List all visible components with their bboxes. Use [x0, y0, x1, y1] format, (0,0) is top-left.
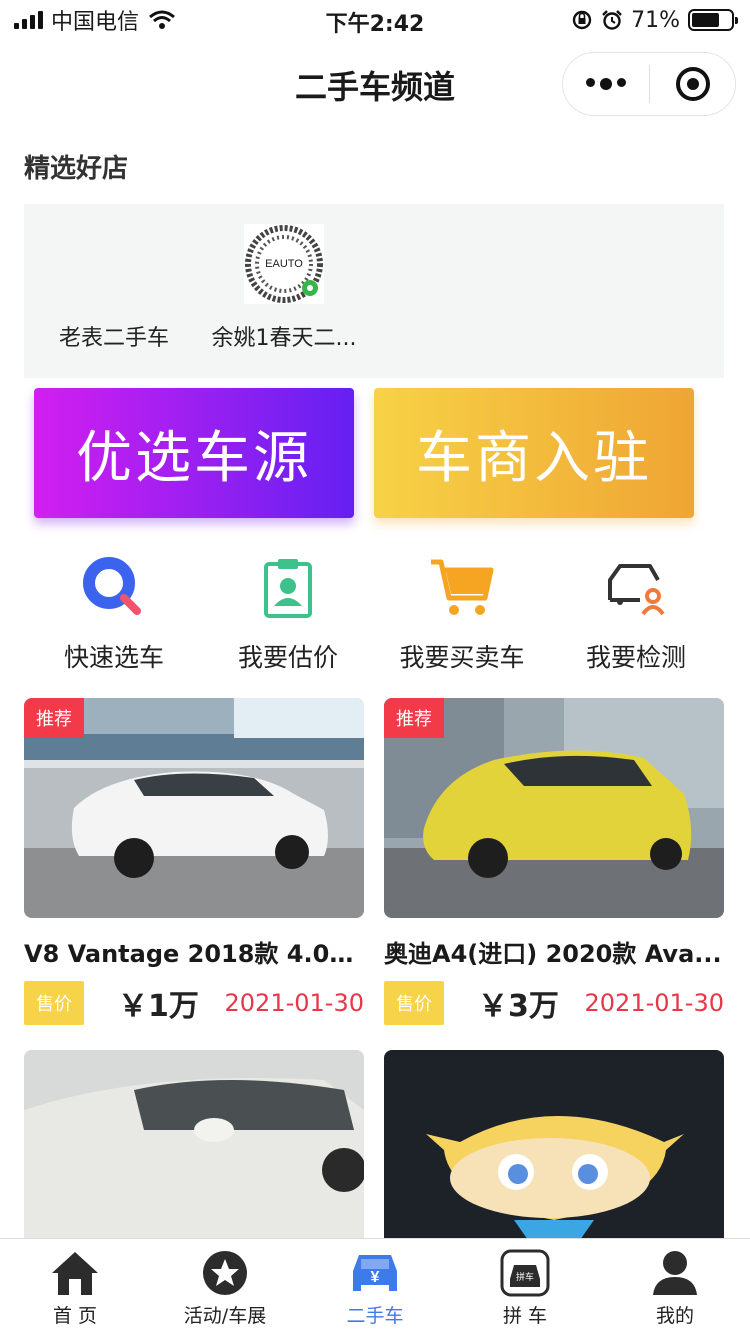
user-icon [653, 1251, 697, 1295]
car-inspection-icon [608, 564, 665, 616]
car-photo [384, 1050, 724, 1270]
banner-premium-cars[interactable]: 优选车源 [34, 388, 354, 518]
mini-program-capsule [562, 52, 736, 116]
tab-home[interactable]: 首 页 [0, 1239, 150, 1334]
car-card[interactable]: 推荐 V8 Vantage 2018款 4.0T V8 售价 ￥1万 2021-… [24, 698, 364, 1025]
car-date: 2021-01-30 [584, 989, 724, 1017]
home-icon [52, 1252, 98, 1295]
price-label: 售价 [384, 981, 444, 1025]
price-label: 售价 [24, 981, 84, 1025]
car-card[interactable] [24, 1050, 364, 1270]
tab-label: 活动/车展 [183, 1305, 267, 1327]
recommend-badge: 推荐 [384, 698, 444, 738]
target-icon [675, 67, 710, 101]
shops-panel: 老表二手车 EAUTO 余姚1春天二... [24, 204, 724, 378]
entry-inspection[interactable]: 我要检测 [546, 556, 726, 674]
car-price: ￥1万 [118, 989, 199, 1024]
entry-label: 快速选车 [63, 643, 164, 672]
nav-bar: 二手车频道 [0, 40, 750, 128]
star-icon [203, 1251, 247, 1295]
entry-buy-sell[interactable]: 我要买卖车 [372, 556, 552, 674]
tab-label: 我的 [655, 1305, 694, 1327]
entry-label: 我要检测 [585, 643, 686, 672]
entry-quick-select[interactable]: 快速选车 [24, 556, 204, 674]
car-yen-icon: ¥ [353, 1255, 397, 1291]
car-photo: 推荐 [24, 698, 364, 918]
orientation-lock-icon [572, 10, 592, 30]
clipboard-person-icon [264, 559, 312, 618]
carpool-icon: 拼车 [500, 1249, 550, 1297]
car-photo: 推荐 [384, 698, 724, 918]
battery-icon [688, 9, 738, 31]
battery-percent: 71% [631, 7, 680, 33]
more-button[interactable] [563, 78, 649, 90]
tab-label: 二手车 [346, 1305, 404, 1327]
tab-used-cars[interactable]: ¥ 二手车 [300, 1239, 450, 1334]
status-bar: 中国电信 下午2:42 71% [0, 0, 750, 40]
shop-name: 余姚1春天二... [211, 326, 357, 351]
price-row: 售价 ￥1万 2021-01-30 [24, 981, 364, 1025]
car-card[interactable]: 推荐 奥迪A4(进口) 2020款 Ava... 售价 ￥3万 2021-01-… [384, 698, 724, 1025]
recommend-badge: 推荐 [24, 698, 84, 738]
tab-events[interactable]: 活动/车展 [150, 1239, 300, 1334]
car-photo [24, 1050, 364, 1270]
close-mini-program-button[interactable] [650, 67, 735, 101]
cart-icon [431, 559, 494, 615]
entry-label: 我要买卖车 [399, 643, 525, 672]
car-date: 2021-01-30 [224, 989, 364, 1017]
shop-qr-logo: EAUTO [244, 224, 324, 304]
svg-text:¥: ¥ [371, 1269, 380, 1286]
tab-label: 拼 车 [502, 1305, 548, 1327]
svg-text:拼车: 拼车 [516, 1271, 534, 1283]
car-price: ￥3万 [478, 989, 559, 1024]
car-title: 奥迪A4(进口) 2020款 Ava... [384, 940, 722, 968]
tab-label: 首 页 [52, 1305, 98, 1327]
more-dot-icon [586, 78, 595, 87]
price-row: 售价 ￥3万 2021-01-30 [384, 981, 724, 1025]
alarm-icon [602, 10, 622, 30]
car-title: V8 Vantage 2018款 4.0T V8 [24, 940, 364, 968]
more-dot-icon [617, 78, 626, 87]
car-card[interactable] [384, 1050, 724, 1270]
shop-logo-text: EAUTO [265, 258, 303, 270]
banner-dealer-join[interactable]: 车商入驻 [374, 388, 694, 518]
tab-bar: 首 页 活动/车展 ¥ 二手车 拼车 拼 车 我的 [0, 1238, 750, 1334]
tab-mine[interactable]: 我的 [600, 1239, 750, 1334]
shop-item[interactable]: 老表二手车 [24, 224, 204, 352]
tab-carpool[interactable]: 拼车 拼 车 [450, 1239, 600, 1334]
entry-label: 我要估价 [237, 643, 338, 672]
entry-valuation[interactable]: 我要估价 [198, 556, 378, 674]
section-title-featured: 精选好店 [24, 154, 129, 184]
shop-name: 老表二手车 [58, 326, 169, 351]
search-icon [83, 557, 141, 615]
shop-item[interactable]: EAUTO 余姚1春天二... [194, 224, 374, 352]
more-dot-icon [600, 78, 612, 90]
